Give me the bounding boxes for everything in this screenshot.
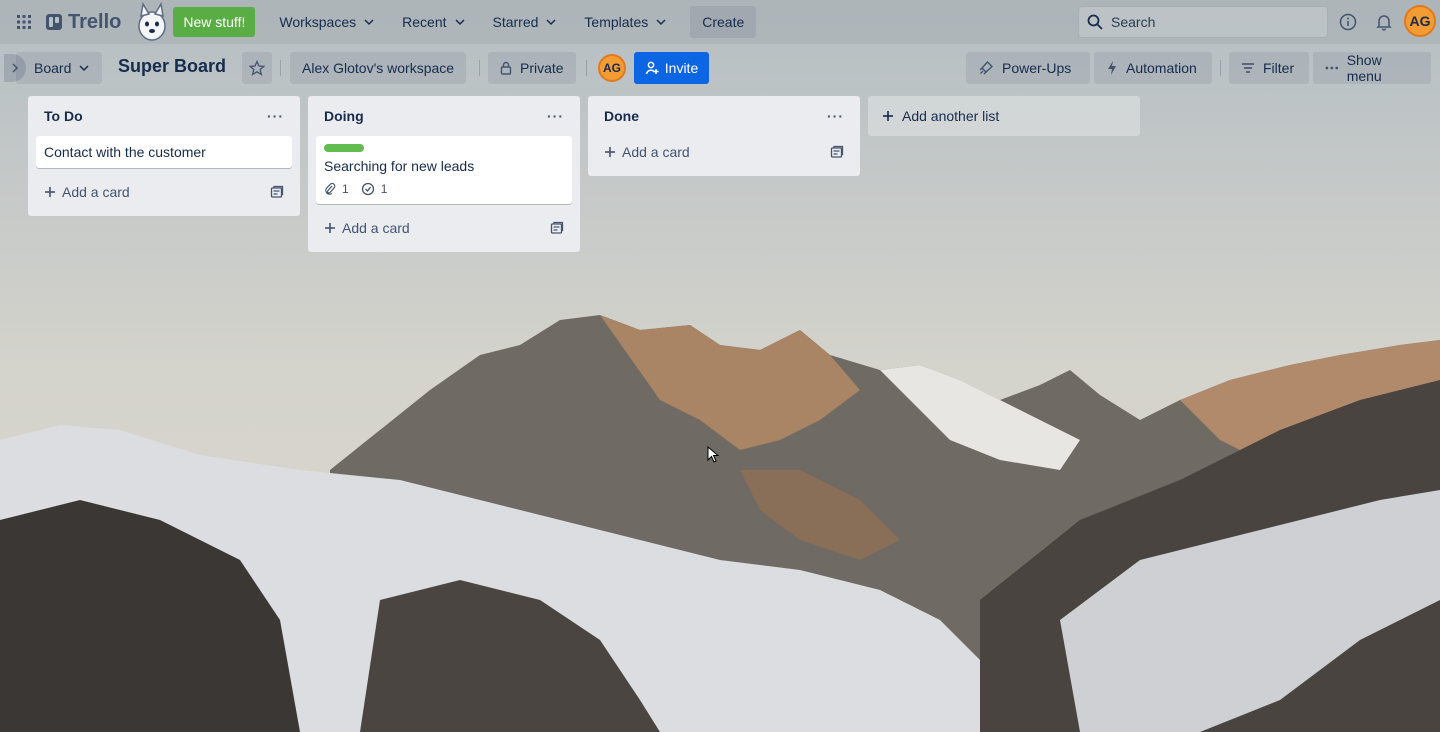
checklist-badge: 1 [361, 182, 388, 196]
star-board-icon[interactable] [242, 52, 272, 84]
power-ups-button[interactable]: Power-Ups [966, 52, 1090, 84]
checklist-count: 1 [380, 182, 388, 196]
add-list-button[interactable]: Add another list [868, 96, 1140, 136]
workspace-label: Alex Glotov's workspace [302, 60, 455, 76]
card-title: Contact with the customer [44, 144, 206, 160]
nav-templates[interactable]: Templates [572, 6, 678, 38]
nav-workspaces[interactable]: Workspaces [267, 6, 386, 38]
add-person-icon [645, 61, 659, 75]
add-card-button[interactable]: Add a card [596, 136, 852, 168]
power-ups-label: Power-Ups [1002, 60, 1072, 76]
nav-templates-label: Templates [584, 14, 649, 30]
add-card-label: Add a card [622, 144, 690, 160]
card[interactable]: Searching for new leads 1 1 [316, 136, 572, 204]
chevron-down-icon [454, 19, 465, 26]
list-menu-icon[interactable]: ··· [827, 108, 844, 124]
list-title[interactable]: Done [604, 108, 639, 124]
lock-icon [500, 61, 512, 75]
invite-label: Invite [664, 60, 699, 76]
list-header: To Do ··· [36, 96, 292, 136]
trello-logo[interactable]: Trello [46, 11, 121, 34]
rocket-icon [979, 60, 994, 75]
divider [280, 60, 281, 76]
app-name: Trello [68, 10, 122, 33]
nav-recent-label: Recent [402, 14, 447, 30]
plus-icon [45, 187, 55, 197]
chevron-down-icon [364, 19, 374, 26]
user-avatar[interactable]: AG [1404, 5, 1436, 37]
search-input[interactable] [1111, 14, 1311, 30]
search-box[interactable] [1078, 6, 1328, 38]
add-card-button[interactable]: Add a card [316, 212, 572, 244]
app-switcher-icon[interactable] [12, 10, 36, 34]
create-button[interactable]: Create [690, 6, 757, 38]
card-title: Searching for new leads [324, 158, 475, 174]
list-done: Done ··· Add a card [588, 96, 860, 176]
filter-icon [1242, 63, 1254, 73]
card-label-green[interactable] [324, 144, 364, 152]
card[interactable]: Contact with the customer [36, 136, 292, 168]
automation-label: Automation [1126, 60, 1197, 76]
create-from-template-icon[interactable] [270, 185, 284, 199]
top-header: Trello New stuff! Workspaces Recent Star… [0, 0, 1440, 44]
lightning-icon [1108, 61, 1116, 75]
new-stuff-button[interactable]: New stuff! [173, 7, 256, 37]
paperclip-icon [325, 183, 336, 195]
plus-icon [605, 147, 615, 157]
list-header: Done ··· [596, 96, 852, 136]
workspace-button[interactable]: Alex Glotov's workspace [290, 52, 467, 84]
notifications-bell-icon[interactable] [1373, 11, 1395, 33]
nav-starred[interactable]: Starred [481, 6, 569, 38]
nav-workspaces-label: Workspaces [279, 14, 357, 30]
plus-icon [883, 111, 893, 121]
board-view-switcher[interactable]: Board [16, 52, 102, 84]
filter-label: Filter [1263, 60, 1295, 76]
board-view-label: Board [34, 60, 72, 76]
attachments-badge: 1 [324, 182, 349, 196]
automation-button[interactable]: Automation [1094, 52, 1212, 84]
chevron-down-icon [546, 19, 556, 26]
list-header: Doing ··· [316, 96, 572, 136]
board-header: Board Super Board Alex Glotov's workspac… [0, 44, 1440, 92]
invite-button[interactable]: Invite [634, 52, 709, 84]
nav-starred-label: Starred [492, 14, 539, 30]
show-menu-label: Show menu [1346, 52, 1382, 84]
checklist-icon [361, 182, 374, 196]
list-title[interactable]: Doing [324, 108, 364, 124]
visibility-label: Private [520, 60, 564, 76]
visibility-button[interactable]: Private [488, 52, 576, 84]
divider [586, 60, 587, 76]
list-doing: Doing ··· Searching for new leads 1 1 Ad… [308, 96, 580, 252]
nav-recent[interactable]: Recent [390, 6, 476, 38]
add-list-label: Add another list [902, 108, 1000, 124]
show-menu-button[interactable]: Show menu [1313, 52, 1431, 84]
board-title[interactable]: Super Board [118, 56, 226, 77]
plus-icon [325, 223, 335, 233]
trello-logo-icon [46, 14, 62, 30]
create-from-template-icon[interactable] [550, 221, 564, 235]
card-badges: 1 1 [324, 182, 564, 196]
list-menu-icon[interactable]: ··· [267, 108, 284, 124]
filter-button[interactable]: Filter [1229, 52, 1309, 84]
taco-mascot-icon [138, 2, 167, 41]
list-to-do: To Do ··· Contact with the customer Add … [28, 96, 300, 216]
divider [1220, 60, 1221, 76]
chevron-down-icon [79, 65, 89, 72]
info-icon[interactable] [1337, 11, 1359, 33]
more-icon [1325, 66, 1339, 70]
board-member-avatar[interactable]: AG [598, 54, 626, 82]
chevron-down-icon [656, 19, 666, 26]
list-title[interactable]: To Do [44, 108, 83, 124]
search-icon [1087, 14, 1103, 30]
mouse-pointer-icon [707, 446, 719, 463]
divider [479, 60, 480, 76]
add-card-button[interactable]: Add a card [36, 176, 292, 208]
create-from-template-icon[interactable] [830, 145, 844, 159]
list-menu-icon[interactable]: ··· [547, 108, 564, 124]
attachments-count: 1 [342, 182, 349, 196]
add-card-label: Add a card [62, 184, 130, 200]
add-card-label: Add a card [342, 220, 410, 236]
